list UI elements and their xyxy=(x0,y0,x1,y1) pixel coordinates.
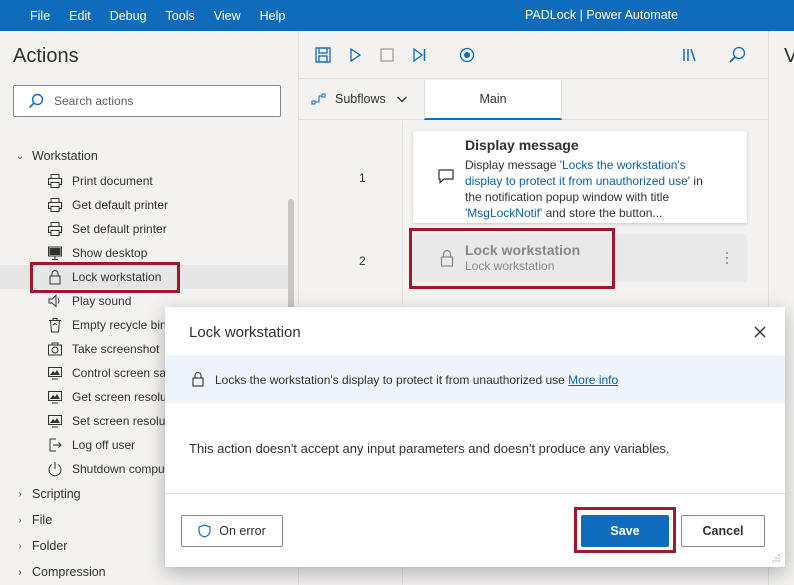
action-label: Shutdown computer xyxy=(72,462,179,476)
action-label: Show desktop xyxy=(72,246,148,260)
designer-tabs: Subflows Main xyxy=(299,80,769,120)
lock-workstation-dialog: Lock workstation Locks the workstation's… xyxy=(165,307,785,567)
title-bar: File Edit Debug Tools View Help PADLock … xyxy=(0,0,794,31)
group-label: Folder xyxy=(32,539,68,553)
dialog-body-text: This action doesn't accept any input par… xyxy=(189,441,670,456)
more-options-icon[interactable] xyxy=(724,250,730,266)
save-button[interactable]: Save xyxy=(581,515,669,547)
search-icon xyxy=(28,93,44,109)
stop-icon[interactable] xyxy=(377,45,397,65)
subflows-dropdown[interactable]: Subflows xyxy=(311,92,408,106)
run-next-icon[interactable] xyxy=(409,45,429,65)
subflows-label: Subflows xyxy=(335,92,386,106)
desc-value-link: 'MsgLockNotif' xyxy=(465,206,543,220)
action-lock-workstation[interactable]: Lock workstation xyxy=(0,265,288,289)
logoff-icon xyxy=(49,438,62,452)
step-title: Lock workstation xyxy=(465,242,581,258)
message-icon xyxy=(438,169,454,184)
action-label: Get default printer xyxy=(72,198,169,212)
desc-text: and store the button... xyxy=(542,206,663,220)
designer-toolbar xyxy=(299,31,769,79)
cancel-button[interactable]: Cancel xyxy=(681,515,765,547)
action-label: Log off user xyxy=(72,438,136,452)
speaker-icon xyxy=(48,294,60,308)
step-display-message[interactable]: Display message Display message 'Locks t… xyxy=(413,131,747,223)
group-label: Workstation xyxy=(32,149,98,163)
run-icon[interactable] xyxy=(345,45,365,65)
group-label: Compression xyxy=(32,565,106,579)
printer-icon xyxy=(48,198,62,212)
chevron-down-icon xyxy=(396,96,407,103)
printer-icon xyxy=(48,174,62,188)
chevron-right-icon: › xyxy=(18,514,22,526)
step-title: Display message xyxy=(465,137,579,153)
recycle-bin-icon xyxy=(49,318,61,333)
menu-file[interactable]: File xyxy=(30,9,50,23)
menu-edit[interactable]: Edit xyxy=(69,9,91,23)
action-show-desktop[interactable]: Show desktop xyxy=(0,241,288,265)
action-label: Set default printer xyxy=(72,222,167,236)
on-error-label: On error xyxy=(219,524,266,538)
group-label: File xyxy=(32,513,53,527)
screen-icon xyxy=(48,391,62,404)
variables-pane-title: V xyxy=(784,45,794,67)
menu-bar: File Edit Debug Tools View Help xyxy=(30,0,304,31)
shield-icon xyxy=(198,524,211,538)
window-title: PADLock | Power Automate xyxy=(525,8,679,22)
on-error-button[interactable]: On error xyxy=(181,515,283,547)
step-description: Lock workstation xyxy=(465,259,555,273)
action-get-default-printer[interactable]: Get default printer xyxy=(0,193,288,217)
variables-icon[interactable] xyxy=(679,45,699,65)
dialog-footer: On error Save Cancel xyxy=(165,493,785,567)
menu-help[interactable]: Help xyxy=(260,9,286,23)
chevron-right-icon: › xyxy=(18,540,22,552)
group-label: Scripting xyxy=(32,487,81,501)
search-icon[interactable] xyxy=(727,45,747,65)
lock-icon xyxy=(192,372,204,387)
action-label: Empty recycle bin xyxy=(72,318,167,332)
line-number: 2 xyxy=(359,254,366,268)
menu-tools[interactable]: Tools xyxy=(166,9,195,23)
line-number: 1 xyxy=(359,171,366,185)
monitor-icon xyxy=(48,246,62,260)
more-info-link[interactable]: More info xyxy=(568,373,618,387)
close-icon[interactable] xyxy=(751,323,769,341)
lock-icon xyxy=(49,270,61,285)
dialog-info: Locks the workstation's display to prote… xyxy=(215,373,618,387)
power-icon xyxy=(48,462,62,477)
chevron-down-icon: ⌄ xyxy=(15,150,25,162)
action-label: Print document xyxy=(72,174,153,188)
desc-text: Display message xyxy=(465,158,560,172)
camera-icon xyxy=(48,342,62,356)
record-icon[interactable] xyxy=(457,45,477,65)
screen-icon xyxy=(48,367,62,380)
actions-pane-title: Actions xyxy=(13,45,79,67)
action-label: Play sound xyxy=(72,294,132,308)
action-label: Take screenshot xyxy=(72,342,160,356)
save-icon[interactable] xyxy=(313,45,333,65)
menu-view[interactable]: View xyxy=(214,9,241,23)
step-lock-workstation[interactable]: Lock workstation Lock workstation xyxy=(413,234,747,282)
chevron-right-icon: › xyxy=(18,566,22,578)
action-print-document[interactable]: Print document xyxy=(0,169,288,193)
info-text: Locks the workstation's display to prote… xyxy=(215,373,565,387)
step-description: Display message 'Locks the workstation's… xyxy=(465,157,715,221)
resize-grip-icon[interactable] xyxy=(771,553,781,563)
dialog-title: Lock workstation xyxy=(189,324,301,341)
menu-debug[interactable]: Debug xyxy=(110,9,147,23)
printer-icon xyxy=(48,222,62,236)
search-actions-box[interactable] xyxy=(13,85,281,117)
search-actions-input[interactable] xyxy=(54,92,274,110)
action-label: Lock workstation xyxy=(72,270,162,284)
group-workstation[interactable]: ⌄ Workstation xyxy=(0,144,298,168)
subflows-icon xyxy=(311,93,326,105)
tab-main[interactable]: Main xyxy=(424,80,562,120)
chevron-right-icon: › xyxy=(18,488,22,500)
lock-icon xyxy=(440,249,454,267)
action-set-default-printer[interactable]: Set default printer xyxy=(0,217,288,241)
screen-icon xyxy=(48,415,62,428)
dialog-info-strip: Locks the workstation's display to prote… xyxy=(165,355,785,403)
